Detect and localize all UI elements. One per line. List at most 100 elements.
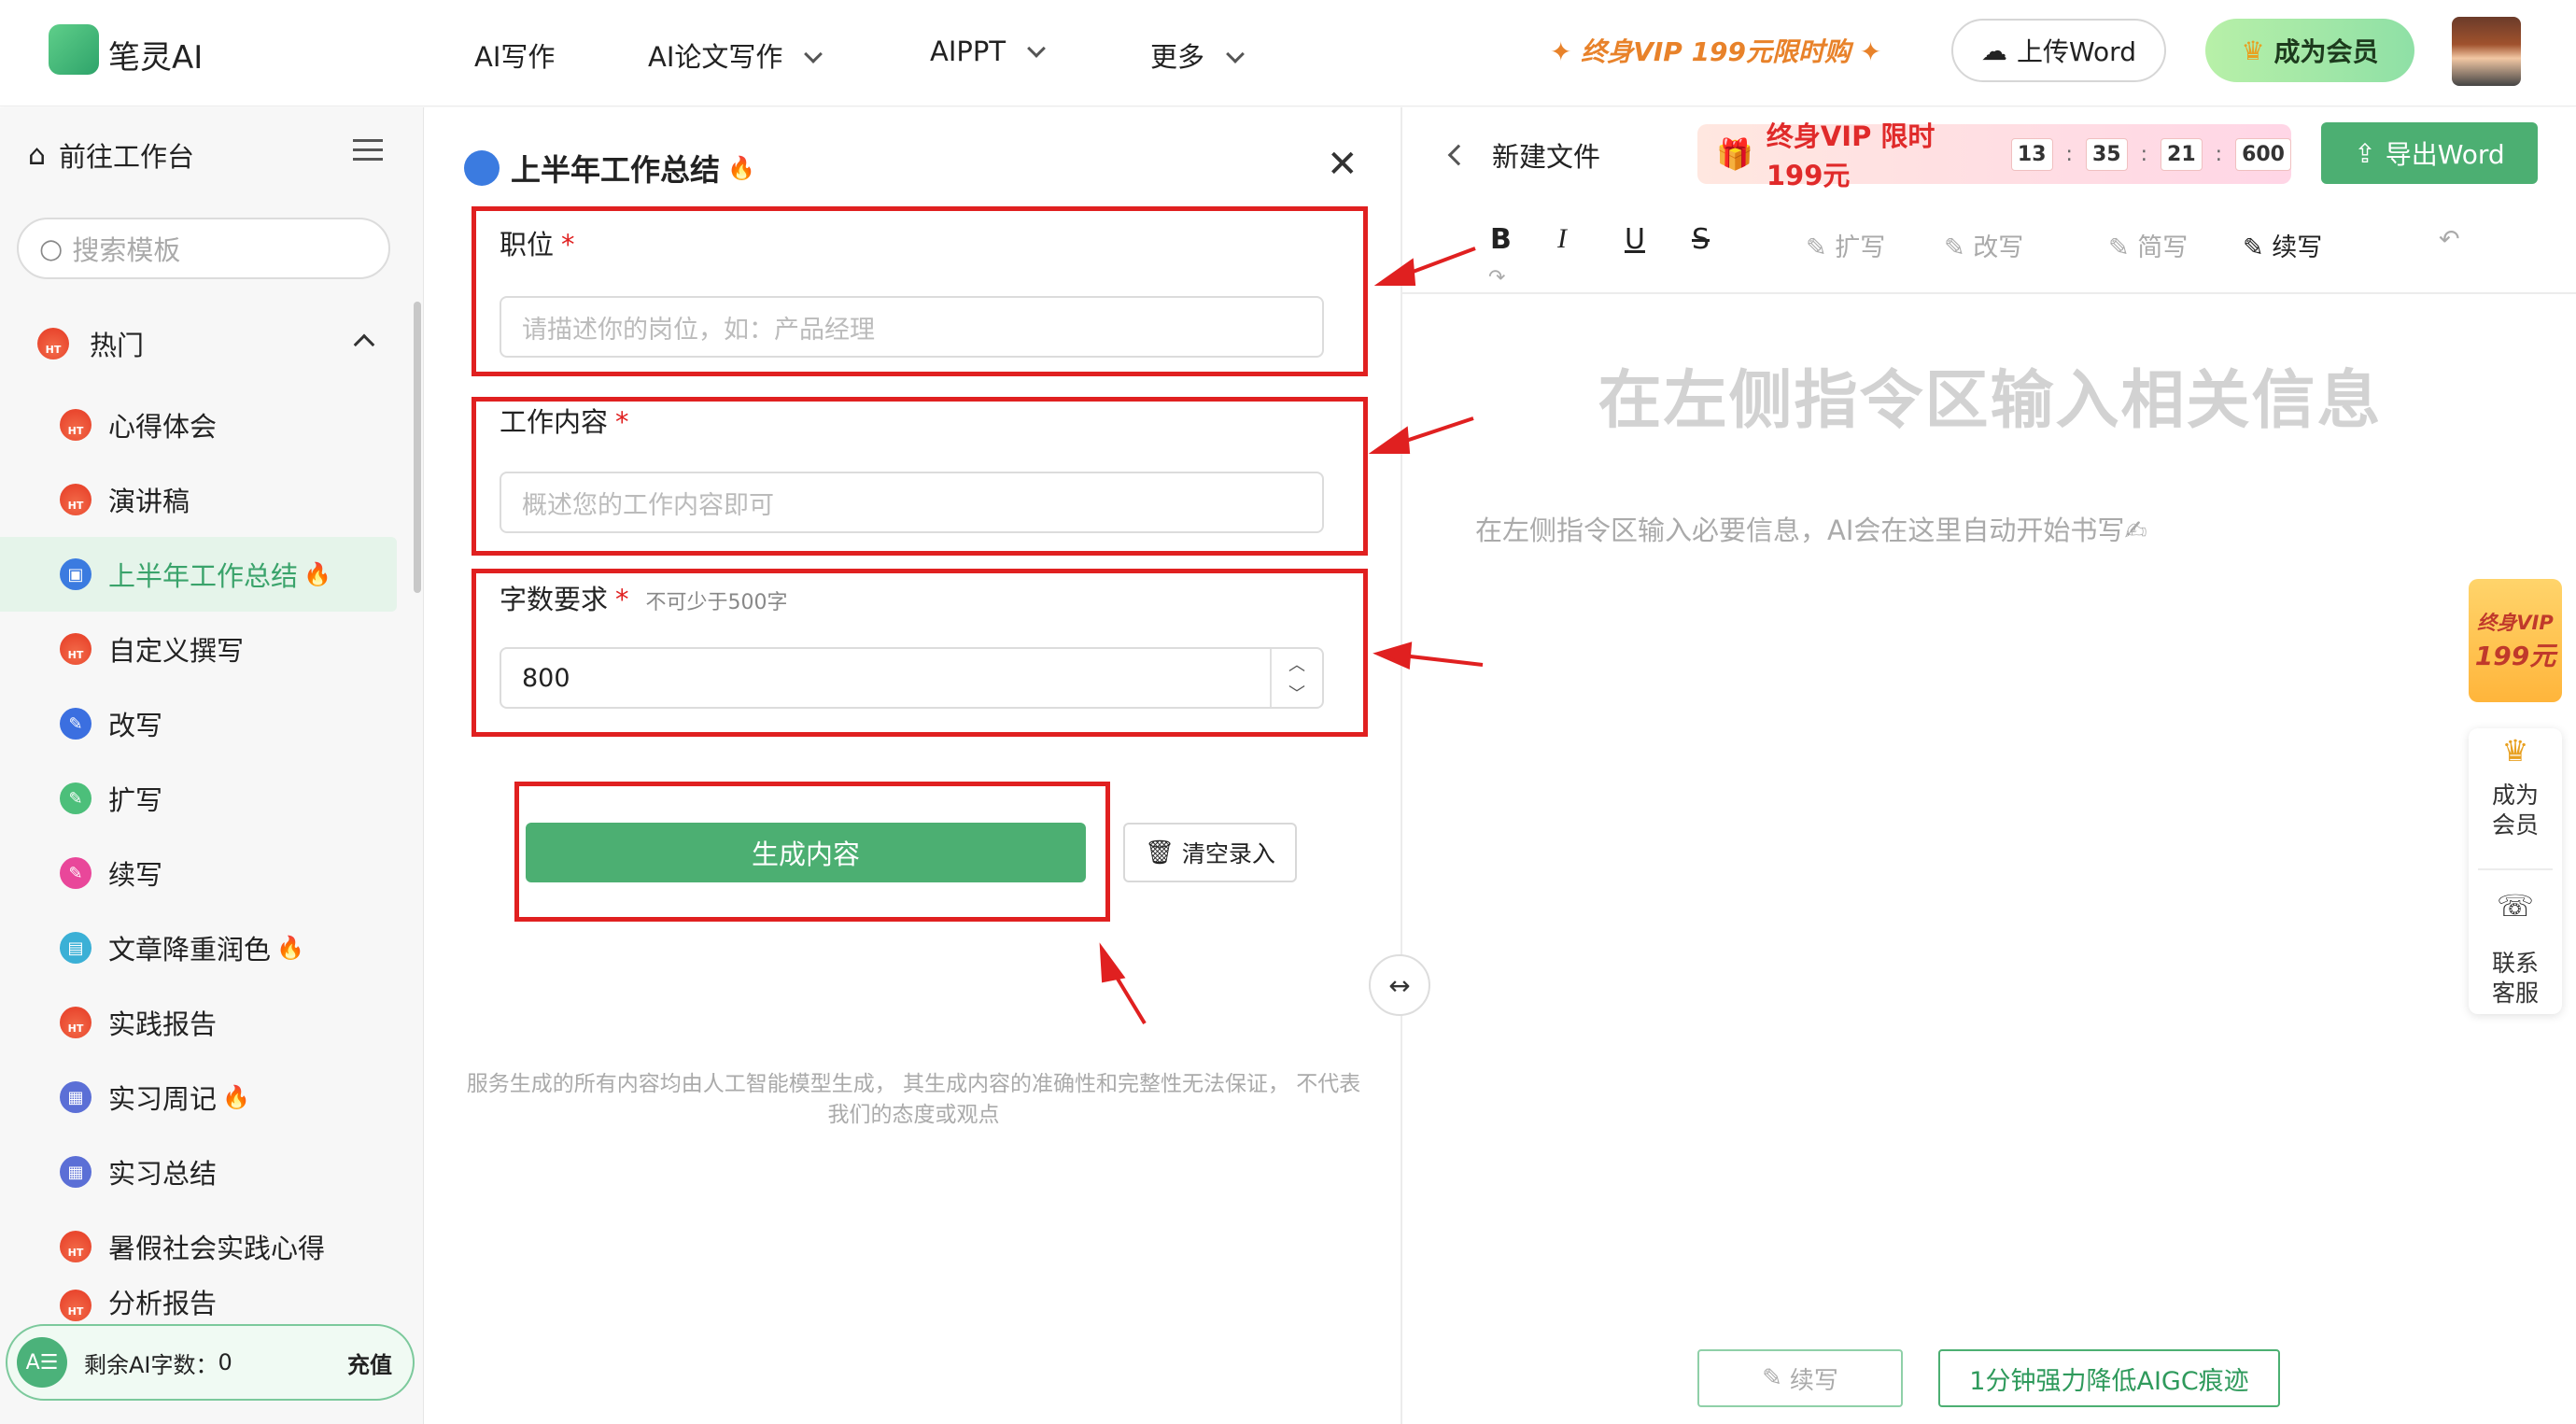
ht-icon: HT [60,484,91,515]
float-contact-support[interactable]: 联系 客服 [2469,949,2562,1008]
continue-icon: ✎ [1762,1364,1782,1392]
position-placeholder: 请描述你的岗位，如：产品经理 [522,315,875,345]
sidebar-item-intern-weekly[interactable]: ▦ 实习周记 🔥 [0,1060,397,1135]
expand-tool-label: 扩写 [1835,233,1886,262]
required-mark: * [615,584,629,615]
words-hint: 不可少于500字 [645,591,788,614]
close-icon[interactable]: ✕ [1327,143,1358,186]
nav-more[interactable]: 更多 [1150,35,1245,75]
template-search-input[interactable]: ○ 搜索模板 [17,218,390,279]
position-label-text: 职位 [500,229,555,261]
sidebar: ⌂ 前往工作台 ○ 搜索模板 HT 热门 HT 心得体会 HT 演讲稿 ▣ 上半年工作… [0,107,424,1424]
become-member-button[interactable]: ♛ 成为会员 [2205,19,2414,82]
content-placeholder: 概述您的工作内容即可 [522,490,774,520]
sidebar-item-custom[interactable]: HT 自定义撰写 [0,612,397,686]
ai-words-icon: A☰ [17,1337,67,1388]
sidebar-item-expand[interactable]: ✎ 扩写 [0,761,397,836]
sidebar-item-label: 自定义撰写 [108,635,245,667]
sidebar-item-continue[interactable]: ✎ 续写 [0,836,397,910]
nav-ai-paper[interactable]: AI论文写作 [648,35,823,75]
countdown-seconds: 21 [2161,137,2203,171]
home-icon: ⌂ [28,138,47,172]
export-icon: ⇪ [2354,137,2376,169]
position-input[interactable]: 请描述你的岗位，如：产品经理 [500,296,1324,358]
float-become-member[interactable]: 成为 会员 [2469,781,2562,840]
hot-flame-icon: HT [37,328,69,360]
sidebar-item-xindetihui[interactable]: HT 心得体会 [0,388,397,462]
avatar[interactable] [2452,17,2521,86]
chevron-down-icon [804,45,823,63]
undo-icon[interactable]: ↶ [2439,225,2460,254]
sidebar-item-label: 上半年工作总结 [108,560,299,592]
stepper-down-icon[interactable]: ﹀ [1272,678,1322,707]
underline-button[interactable]: U [1625,223,1645,256]
italic-button[interactable]: I [1557,223,1567,255]
search-placeholder: 搜索模板 [72,234,181,266]
float-vip-badge[interactable]: 终身VIP 199元 [2469,579,2562,702]
bold-button[interactable]: B [1490,223,1512,256]
new-file-label: 新建文件 [1492,141,1601,173]
promo-text: 终身VIP 限时 199元 [1766,120,1936,191]
float-action-card: ♛ 成为 会员 ☏ 联系 客服 [2469,728,2562,1014]
countdown-sep: : [2140,142,2148,166]
vip-countdown-banner[interactable]: 🎁 终身VIP 限时 199元 13 : 35 : 21 : 600 [1697,120,2291,191]
export-word-button[interactable]: ⇪ 导出Word [2321,122,2538,184]
sidebar-item-polish[interactable]: ▤ 文章降重润色 🔥 [0,910,397,985]
reduce-aigc-button[interactable]: 1分钟强力降低AIGC痕迹 [1938,1349,2280,1407]
sidebar-item-work-summary[interactable]: ▣ 上半年工作总结 🔥 [0,537,397,612]
nav-aippt[interactable]: AIPPT [930,35,1046,67]
words-label: 字数要求 * 不可少于500字 [500,578,788,617]
simplify-tool[interactable]: ✎ 简写 [2108,227,2188,263]
hot-group-header[interactable]: HT 热门 [37,324,144,363]
logo-icon[interactable] [49,24,99,75]
strikethrough-button[interactable]: S [1692,223,1710,256]
workspace-label: 前往工作台 [59,141,195,173]
headset-icon: ☏ [2496,888,2534,923]
expand-tool[interactable]: ✎ 扩写 [1806,227,1885,263]
vip-promo-banner[interactable]: ✦ 终身VIP 199元限时购 ✦ [1550,32,1881,69]
sidebar-scrollbar[interactable] [414,302,421,593]
app-name[interactable]: 笔灵AI [108,32,203,78]
redo-icon[interactable]: ↷ [1488,266,1505,289]
quantity-stepper[interactable]: ︿ ﹀ [1270,649,1322,707]
rewrite-tool[interactable]: ✎ 改写 [1944,227,2023,263]
generate-content-button[interactable]: 生成内容 [526,823,1086,882]
sidebar-item-label: 改写 [108,710,163,741]
bottom-continue-button[interactable]: ✎ 续写 [1697,1349,1903,1407]
journal-icon: ▦ [60,1081,91,1113]
content-input[interactable]: 概述您的工作内容即可 [500,472,1324,533]
remaining-words-bar: A☰ 剩余AI字数： 0 充值 [6,1324,415,1401]
position-label: 职位 * [500,223,575,262]
sidebar-item-yanjianggao[interactable]: HT 演讲稿 [0,462,397,537]
panel-resize-handle[interactable]: ↔ [1369,954,1430,1016]
stepper-up-icon[interactable]: ︿ [1272,649,1322,678]
sidebar-item-label: 文章降重润色 [108,934,272,966]
become-member-label: 成为会员 [2273,36,2379,67]
menu-collapse-icon[interactable] [353,139,383,163]
go-to-workspace[interactable]: ⌂ 前往工作台 [28,135,194,175]
sidebar-item-label: 实习周记 [108,1083,218,1115]
nav-aippt-label: AIPPT [930,35,1006,67]
flame-icon: 🔥 [276,935,304,961]
sidebar-item-summer-practice[interactable]: HT 暑假社会实践心得 [0,1209,397,1284]
upload-word-button[interactable]: ☁ 上传Word [1951,19,2166,82]
words-label-text: 字数要求 [500,584,609,615]
sidebar-item-analysis-report[interactable]: HT 分析报告 [0,1284,397,1321]
nav-ai-writing[interactable]: AI写作 [474,35,555,75]
clear-input-button[interactable]: 🗑 清空录入 [1123,823,1297,882]
flame-icon: 🔥 [222,1084,250,1110]
chevron-up-icon[interactable] [353,333,375,356]
continue-icon: ✎ [60,857,91,889]
generate-content-label: 生成内容 [751,839,860,870]
words-value: 800 [522,663,570,693]
search-icon: ○ [39,233,63,264]
recharge-button[interactable]: 充值 [347,1346,392,1379]
words-number-input[interactable]: 800 ︿ ﹀ [500,647,1324,709]
cloud-upload-icon: ☁ [1981,35,2007,66]
briefcase-icon: ▣ [60,558,91,590]
sidebar-item-rewrite[interactable]: ✎ 改写 [0,686,397,761]
sidebar-item-intern-summary[interactable]: ▦ 实习总结 [0,1135,397,1209]
back-new-file[interactable]: 新建文件 [1447,135,1601,175]
sidebar-item-practice-report[interactable]: HT 实践报告 [0,985,397,1060]
continue-tool[interactable]: ✎ 续写 [2243,227,2322,263]
